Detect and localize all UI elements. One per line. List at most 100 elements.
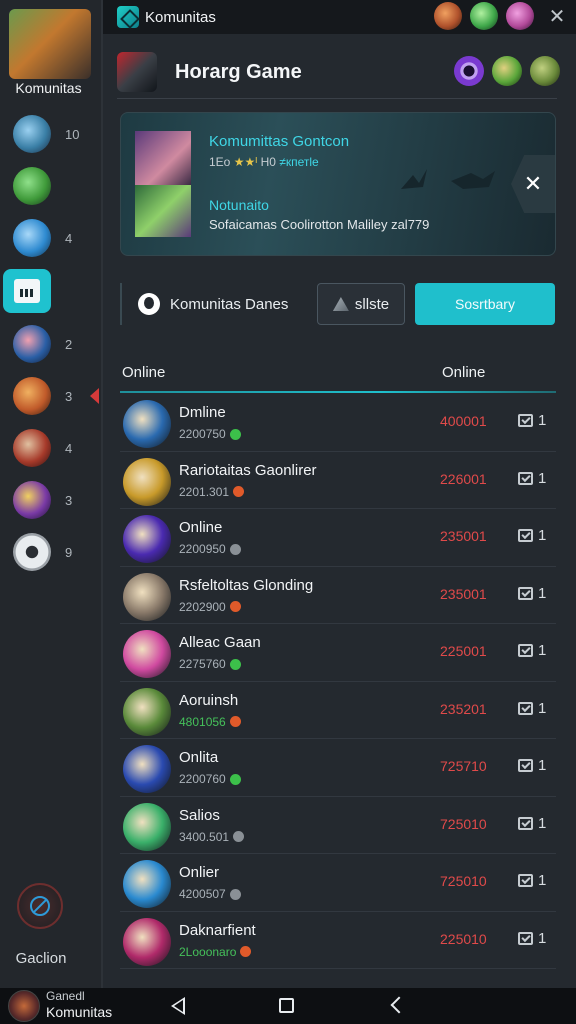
sidebar-badge: 2 — [65, 336, 73, 352]
list-item[interactable]: Daknarfient 2Looonaro 225010 1 — [120, 912, 556, 969]
player-id: 2202900 — [179, 600, 241, 614]
bottom-app-top-label: Ganedl — [46, 989, 85, 1003]
player-avatar[interactable] — [123, 457, 171, 506]
list-item[interactable]: Dmline 2200750 400001 1 — [120, 394, 556, 452]
sidebar-badge: 4 — [65, 440, 73, 456]
message-button[interactable]: 1 — [518, 585, 546, 602]
avatar-mage-icon[interactable] — [506, 2, 534, 30]
sidebar-item-documents[interactable] — [3, 269, 51, 313]
fire-warrior-icon — [13, 377, 51, 415]
game-app-icon[interactable] — [9, 9, 91, 79]
status-dot-icon — [233, 831, 245, 842]
message-button[interactable]: 1 — [518, 642, 546, 659]
sidebar-item-3[interactable]: 4 — [13, 217, 93, 259]
list-item[interactable]: Aoruinsh 4801056 235201 1 — [120, 682, 556, 739]
top-right-controls: ✕ — [434, 2, 568, 30]
banner-subtitle: 1Ео ★★ᴵ H0 ≠кпетle — [209, 155, 319, 169]
message-count: 1 — [538, 527, 547, 544]
back-triangle-icon[interactable] — [171, 997, 185, 1015]
banner-tag: ≠кпетle — [279, 155, 319, 169]
hero-avatar-icon — [13, 115, 51, 153]
player-avatar[interactable] — [123, 630, 171, 678]
app-switcher-icon[interactable] — [8, 990, 40, 1022]
sidebar-item-1[interactable]: 10 — [13, 113, 93, 155]
player-avatar[interactable] — [123, 400, 171, 448]
sidebar-item-5[interactable]: 2 — [13, 323, 93, 365]
message-button[interactable]: 1 — [518, 872, 546, 889]
window-title: Komunitas — [145, 8, 216, 26]
cube-logo-icon — [117, 6, 139, 28]
status-dot-icon — [229, 601, 241, 612]
list-item[interactable]: Alleac Gaan 2275760 225001 1 — [120, 624, 556, 682]
avatar-warrior-icon[interactable] — [434, 2, 462, 30]
player-avatar[interactable] — [123, 860, 171, 908]
banner-close-button[interactable]: ✕ — [511, 155, 555, 213]
list-header-left: Online — [122, 364, 166, 381]
message-count: 1 — [538, 872, 547, 889]
list-item[interactable]: Onlier 4200507 725010 1 — [120, 854, 556, 912]
list-item[interactable]: Rsfeltoltas Glonding 2202900 235001 1 — [120, 567, 556, 624]
player-name: Online — [179, 519, 223, 536]
message-button[interactable]: 1 — [518, 527, 546, 544]
purple-ring-icon[interactable] — [454, 56, 484, 86]
camera-lens-icon — [13, 533, 51, 571]
birds-silhouette-icon — [401, 169, 495, 189]
list-header: Online Online — [120, 364, 556, 392]
fighter-avatar-icon — [13, 325, 51, 363]
sidebar-badge: 9 — [65, 544, 73, 560]
player-avatar[interactable] — [123, 802, 171, 851]
sidebar-item-8[interactable]: 3 — [13, 479, 93, 521]
player-name: Salios — [179, 806, 220, 824]
player-avatar[interactable] — [123, 572, 171, 621]
player-name: Aoruinsh — [179, 691, 239, 709]
title-bar: Komunitas ✕ — [103, 0, 576, 34]
status-dot-icon — [233, 486, 245, 497]
blocked-icon[interactable] — [17, 883, 63, 929]
close-icon[interactable]: ✕ — [546, 4, 568, 29]
status-dot-icon — [229, 773, 241, 785]
list-item[interactable]: Onlita 2200760 725710 1 — [120, 739, 556, 797]
chevron-left-icon[interactable] — [390, 996, 408, 1014]
player-score: 400001 — [440, 413, 487, 429]
player-avatar[interactable] — [123, 687, 171, 736]
player-name: Daknarfient — [179, 921, 256, 939]
message-count: 1 — [538, 642, 547, 659]
avatar-green-arrow-icon[interactable] — [470, 2, 498, 30]
player-id-text: 2275760 — [179, 657, 226, 671]
sort-button[interactable]: Sosrtbary — [415, 283, 555, 325]
system-nav-bar: Ganedl Komunitas — [0, 988, 576, 1024]
goblin-hero-icon[interactable] — [530, 56, 560, 86]
style-filter-label: sllste — [354, 295, 390, 313]
message-count: 1 — [538, 757, 547, 774]
player-avatar[interactable] — [123, 917, 171, 966]
sidebar-item-7[interactable]: 4 — [13, 427, 93, 469]
player-id: 2200760 — [179, 772, 241, 786]
player-name: Rariotaitas Gaonlirer — [179, 461, 317, 479]
crown-icon — [332, 297, 349, 311]
style-filter-button[interactable]: sllste — [317, 283, 405, 325]
message-button[interactable]: 1 — [518, 470, 546, 487]
green-hero-icon[interactable] — [492, 56, 522, 86]
community-filter[interactable]: Komunitas Danes — [120, 283, 298, 325]
message-button[interactable]: 1 — [518, 757, 546, 774]
player-score: 725010 — [440, 873, 487, 889]
list-item[interactable]: Salios 3400.501 725010 1 — [120, 797, 556, 854]
player-avatar[interactable] — [123, 515, 171, 563]
message-button[interactable]: 1 — [518, 815, 546, 832]
sidebar-item-6[interactable]: 3 — [13, 375, 93, 417]
message-button[interactable]: 1 — [518, 412, 546, 429]
list-item[interactable]: Online 2200950 235001 1 — [120, 509, 556, 567]
document-icon — [14, 279, 40, 303]
list-item[interactable]: Rariotaitas Gaonlirer 2201.301 226001 1 — [120, 452, 556, 509]
sidebar-item-9[interactable]: 9 — [13, 531, 93, 573]
player-score: 725010 — [440, 815, 487, 832]
featured-banner[interactable]: Komumittas Gontcon 1Ео ★★ᴵ H0 ≠кпетle No… — [120, 112, 556, 256]
list-header-underline — [120, 391, 556, 393]
sidebar-item-2[interactable] — [13, 165, 93, 207]
player-id-text: 2201.301 — [179, 484, 230, 499]
player-avatar[interactable] — [123, 745, 171, 793]
message-button[interactable]: 1 — [518, 700, 546, 717]
message-button[interactable]: 1 — [518, 930, 546, 947]
home-square-icon[interactable] — [279, 998, 294, 1013]
player-name: Alleac Gaan — [179, 634, 261, 651]
